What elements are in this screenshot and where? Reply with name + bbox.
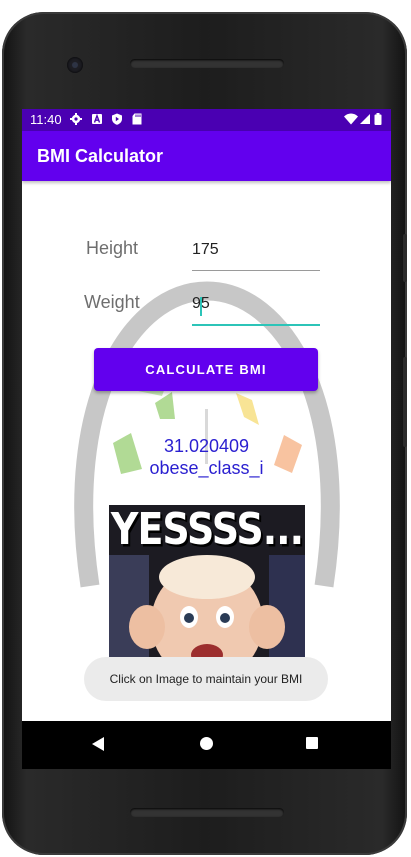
calculate-bmi-button[interactable]: CALCULATE BMI — [94, 348, 318, 391]
a-badge-icon — [92, 113, 102, 124]
navigation-bar — [22, 721, 391, 769]
status-time: 11:40 — [30, 112, 62, 127]
status-bar: 11:40 — [22, 109, 391, 131]
gear-icon — [70, 113, 82, 125]
battery-icon — [374, 113, 382, 125]
sd-card-icon — [132, 113, 142, 125]
top-speaker — [130, 59, 284, 68]
volume-button — [403, 357, 407, 447]
home-icon[interactable] — [200, 737, 213, 750]
app-title: BMI Calculator — [37, 146, 164, 166]
weight-input-underline — [192, 324, 320, 326]
text-cursor — [200, 297, 202, 316]
main-content: Height 175 Weight 95 CALCULATE BMI 31.02… — [22, 181, 391, 721]
toast-message: Click on Image to maintain your BMI — [84, 657, 328, 701]
back-icon[interactable] — [92, 737, 104, 751]
bmi-value: 31.020409 — [163, 436, 250, 456]
app-bar: BMI Calculator — [22, 131, 391, 181]
screen: 11:40 BMI Calculator Height 175 Weight C… — [22, 109, 391, 721]
bottom-speaker — [130, 808, 284, 817]
front-camera — [67, 57, 83, 73]
height-label: Height — [86, 238, 139, 258]
bmi-category: obese_class_i — [149, 458, 264, 478]
meme-caption: YESSSS... — [110, 505, 304, 555]
height-input[interactable]: 175 — [192, 239, 320, 271]
recents-icon[interactable] — [306, 737, 318, 749]
height-input-value: 175 — [192, 241, 219, 258]
weight-input[interactable]: 95 — [192, 293, 320, 326]
signal-icon — [360, 114, 370, 124]
wifi-icon — [344, 113, 358, 125]
power-button — [403, 234, 407, 282]
height-input-underline — [192, 270, 320, 271]
shield-play-icon — [112, 113, 122, 125]
weight-label: Weight — [84, 292, 140, 312]
